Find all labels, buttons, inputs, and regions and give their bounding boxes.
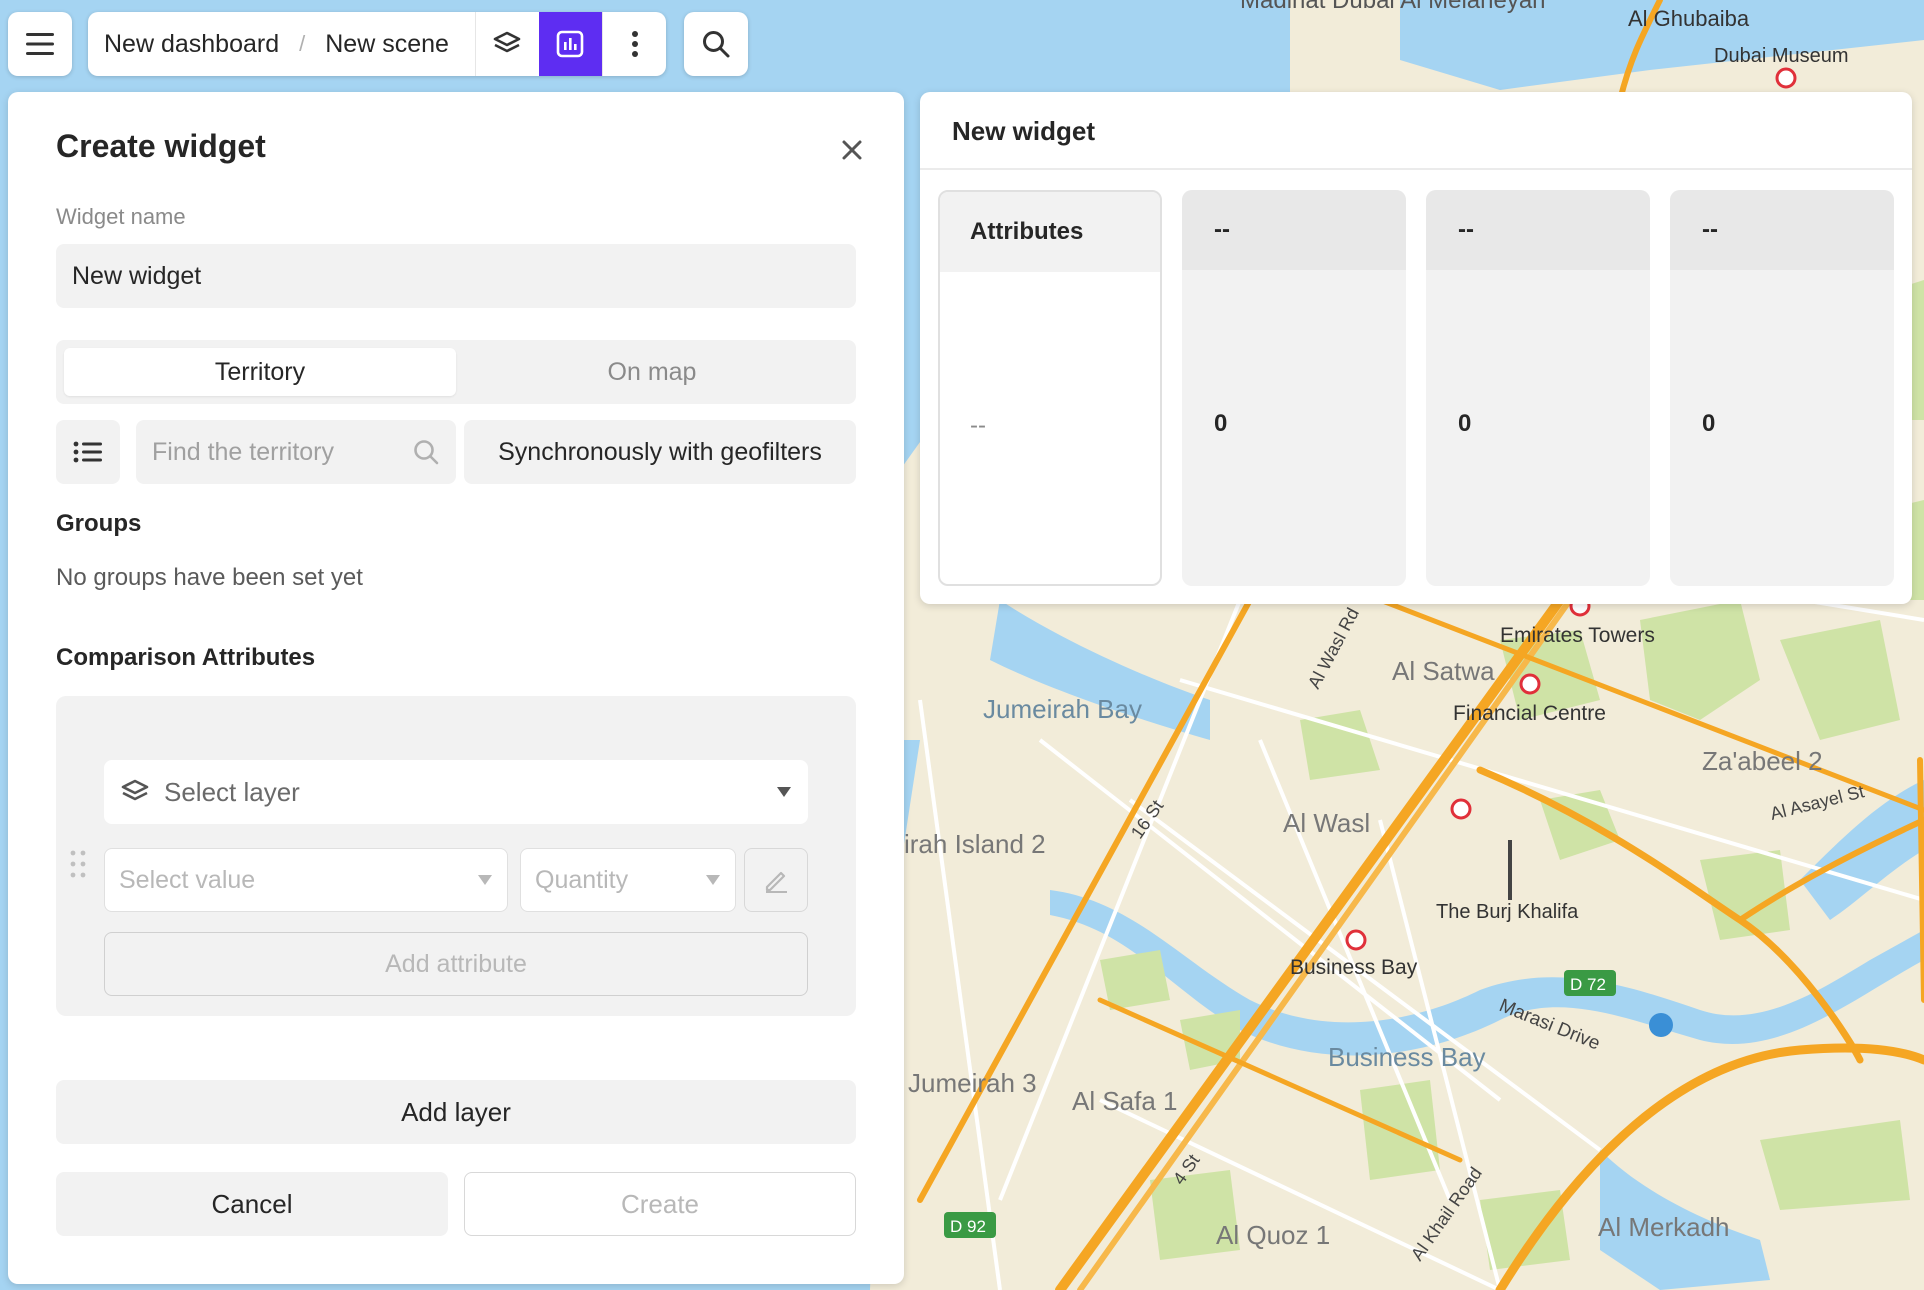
search-icon [414,440,439,465]
search-button[interactable] [684,12,748,76]
map-label: Jumeirah Bay [983,694,1142,724]
groups-title: Groups [56,510,142,537]
column-value: -- [970,412,986,439]
search-icon [703,31,730,58]
map-label: Dubai Museum [1714,45,1849,67]
find-territory-placeholder: Find the territory [152,437,335,466]
map-label: Al Safa 1 [1072,1086,1178,1116]
map-label: The Burj Khalifa [1436,901,1579,923]
map-label: Al Satwa [1392,656,1495,686]
quantity-label: Quantity [535,865,629,894]
widget-name-input[interactable] [56,244,856,308]
preview-column: -- 0 [1670,190,1894,586]
chart-icon [557,30,584,58]
map-label: Madinat Dubai Al Melaheyah [1240,0,1546,14]
edit-attribute-button[interactable] [744,848,808,912]
layers-button[interactable] [474,12,539,76]
preview-column-attributes: Attributes -- [938,190,1162,586]
map-label: Business Bay [1290,956,1418,979]
divider [920,168,1912,170]
preview-column: -- 0 [1182,190,1406,586]
map-label: Business Bay [1328,1042,1486,1072]
breadcrumb-dashboard[interactable]: New dashboard [104,30,279,59]
column-header: -- [1670,190,1894,270]
add-layer-button[interactable]: Add layer [56,1080,856,1144]
territory-mode-toggle: Territory On map [56,340,856,404]
column-header: -- [1182,190,1406,270]
select-value-label: Select value [119,865,256,894]
column-header: -- [1426,190,1650,270]
close-icon [842,140,862,160]
widget-preview: New widget Attributes -- -- 0 -- 0 -- 0 [920,92,1912,604]
menu-button[interactable] [8,12,72,76]
column-value: 0 [1214,410,1228,437]
chevron-down-icon [777,787,791,797]
map-label: Jumeirah 3 [908,1068,1037,1098]
layers-icon [494,31,521,53]
create-button[interactable]: Create [464,1172,856,1236]
tab-territory[interactable]: Territory [64,348,456,396]
list-icon [73,441,102,463]
quantity-dropdown[interactable]: Quantity [520,848,736,912]
create-widget-panel: Create widget Widget name Territory On m… [8,92,904,1284]
find-territory-input[interactable]: Find the territory [136,420,456,484]
tab-on-map[interactable]: On map [456,348,848,396]
map-label: irah Island 2 [904,829,1046,859]
column-header: Attributes [940,192,1160,272]
map-label: D 92 [950,1217,986,1236]
chevron-down-icon [478,875,492,885]
preview-title: New widget [952,116,1096,146]
comparison-attributes-box: Select layer Select value Quantity Add a… [56,696,856,1016]
map-label: Financial Centre [1453,702,1606,725]
map-label: Al Wasl [1283,808,1370,838]
chevron-down-icon [706,875,720,885]
column-value: 0 [1458,410,1472,437]
sync-geofilters-button[interactable]: Synchronously with geofilters [464,420,856,484]
map-label: Emirates Towers [1500,624,1655,647]
breadcrumb-separator: / [299,31,306,56]
more-vertical-icon [631,31,638,57]
menu-icon [26,33,54,55]
map-label: Za'abeel 2 [1702,746,1823,776]
select-layer-label: Select layer [164,776,300,807]
column-value: 0 [1702,410,1716,437]
map-label: Al Ghubaiba [1628,6,1750,31]
breadcrumb: New dashboard / New scene [88,12,666,76]
select-layer-dropdown[interactable]: Select layer [104,760,808,824]
select-value-dropdown[interactable]: Select value [104,848,508,912]
territory-list-button[interactable] [56,420,120,484]
map-label: Al Quoz 1 [1216,1220,1330,1250]
close-button[interactable] [832,130,872,170]
preview-column: -- 0 [1426,190,1650,586]
pencil-icon [765,871,787,893]
groups-empty-text: No groups have been set yet [56,564,363,591]
more-button[interactable] [601,12,666,76]
breadcrumb-scene[interactable]: New scene [325,30,449,59]
cancel-button[interactable]: Cancel [56,1172,448,1236]
comparison-attributes-title: Comparison Attributes [56,644,316,671]
widgets-button[interactable] [538,12,602,76]
map-label: D 72 [1570,975,1606,994]
panel-title: Create widget [56,128,266,164]
drag-handle-icon[interactable] [68,848,88,880]
widget-name-label: Widget name [56,204,186,229]
layers-icon [121,779,149,801]
add-attribute-button[interactable]: Add attribute [104,932,808,996]
map-label: Al Merkadh [1598,1212,1730,1242]
